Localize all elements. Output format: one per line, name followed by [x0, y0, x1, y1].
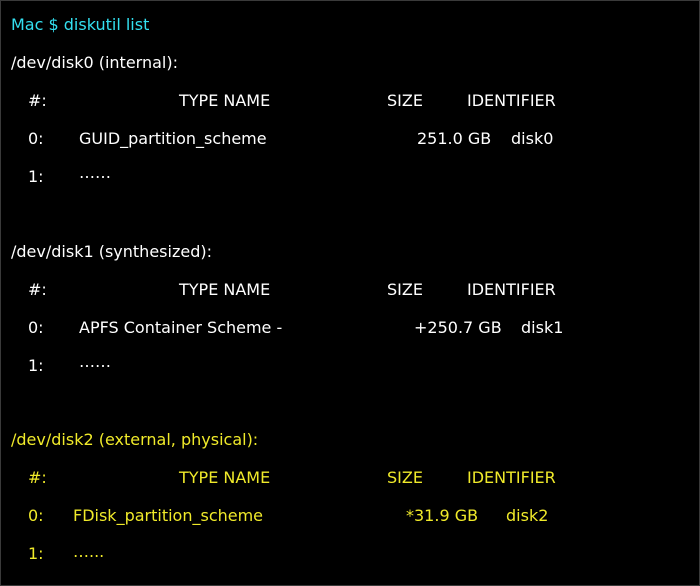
partition-index: 0: [28, 129, 44, 148]
column-header-index: #: [28, 280, 47, 299]
partition-identifier: disk2 [506, 506, 549, 525]
partition-index: 1: [28, 544, 44, 563]
partition-identifier: disk0 [511, 129, 554, 148]
partition-identifier: disk1 [521, 318, 564, 337]
disk-header: /dev/disk1 (synthesized): [11, 242, 212, 261]
terminal-window[interactable]: Mac $ diskutil list /dev/disk0 (internal… [0, 0, 700, 586]
column-header-index: #: [28, 468, 47, 487]
column-header-identifier: IDENTIFIER [467, 91, 556, 110]
partition-size: 251.0 GB [417, 129, 492, 148]
column-header-index: #: [28, 91, 47, 110]
column-header-identifier: IDENTIFIER [467, 280, 556, 299]
partition-index: 0: [28, 506, 44, 525]
partition-size: *31.9 GB [406, 506, 479, 525]
column-header-size: SIZE [387, 280, 423, 299]
partition-ellipsis: …… [79, 352, 111, 371]
partition-type-name: APFS Container Scheme - [79, 318, 283, 337]
column-header-type-name: TYPE NAME [179, 280, 271, 299]
column-header-identifier: IDENTIFIER [467, 468, 556, 487]
partition-size: +250.7 GB [414, 318, 502, 337]
partition-index: 0: [28, 318, 44, 337]
partition-type-name: GUID_partition_scheme [79, 129, 267, 148]
partition-ellipsis: …… [79, 163, 111, 182]
column-header-type-name: TYPE NAME [179, 91, 271, 110]
disk-header: /dev/disk2 (external, physical): [11, 430, 259, 449]
column-header-type-name: TYPE NAME [179, 468, 271, 487]
partition-type-name: FDisk_partition_scheme [73, 506, 264, 525]
command-prompt: Mac $ diskutil list [11, 15, 150, 34]
disk-header: /dev/disk0 (internal): [11, 53, 178, 72]
partition-ellipsis: …... [73, 542, 105, 561]
column-header-size: SIZE [387, 468, 423, 487]
partition-index: 1: [28, 356, 44, 375]
column-header-size: SIZE [387, 91, 423, 110]
partition-index: 1: [28, 167, 44, 186]
